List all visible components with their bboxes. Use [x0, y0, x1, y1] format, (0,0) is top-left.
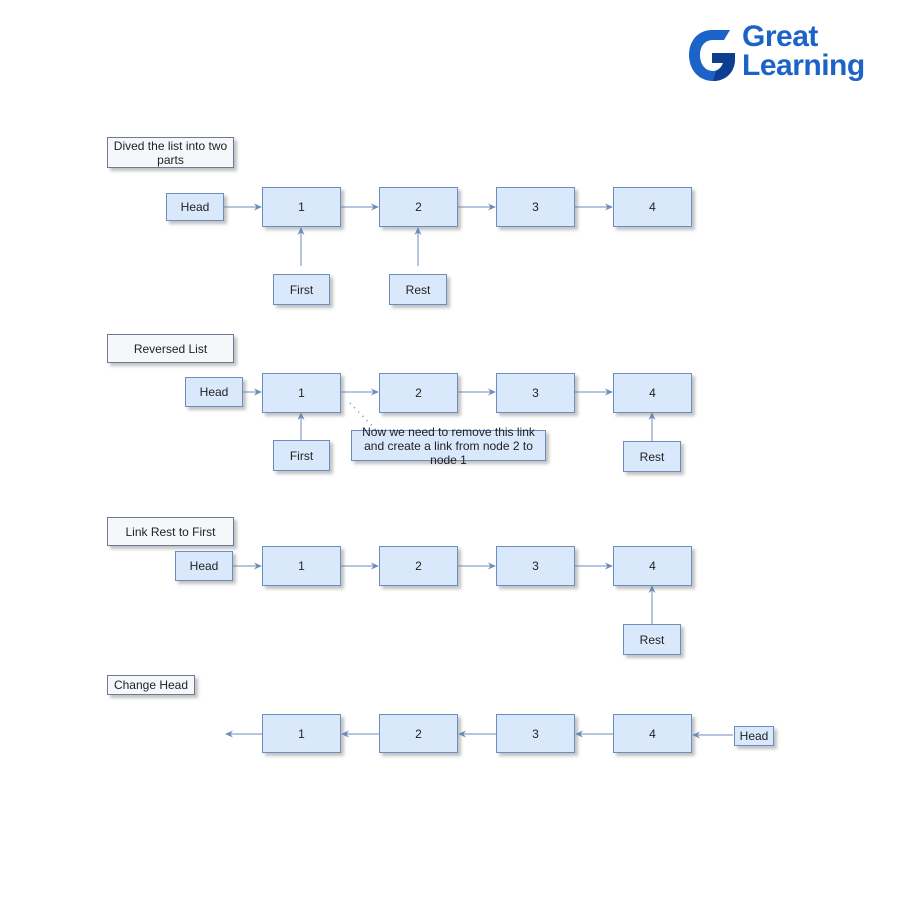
rest-pointer: Rest	[623, 624, 681, 655]
first-pointer: First	[273, 440, 330, 471]
rest-pointer: Rest	[623, 441, 681, 472]
list-node-4: 4	[613, 714, 692, 753]
annotation-note: Now we need to remove this link and crea…	[351, 425, 546, 467]
caption-divide-list: Dived the list into two parts	[107, 137, 234, 168]
g-logo-icon	[689, 30, 735, 81]
great-learning-logo: Great Learning	[686, 20, 891, 88]
head-node: Head	[185, 377, 243, 407]
list-node-1: 1	[262, 373, 341, 413]
list-node-2: 2	[379, 373, 458, 413]
caption-link-rest-to-first: Link Rest to First	[107, 517, 234, 546]
list-node-3: 3	[496, 373, 575, 413]
list-node-3: 3	[496, 714, 575, 753]
list-node-1: 1	[262, 187, 341, 227]
logo-wordmark: Great Learning	[742, 20, 865, 82]
list-node-4: 4	[613, 187, 692, 227]
head-node: Head	[166, 193, 224, 221]
list-node-3: 3	[496, 546, 575, 586]
logo-line-2: Learning	[742, 49, 865, 82]
list-node-3: 3	[496, 187, 575, 227]
list-node-2: 2	[379, 187, 458, 227]
list-node-4: 4	[613, 546, 692, 586]
list-node-1: 1	[262, 546, 341, 586]
caption-change-head: Change Head	[107, 675, 195, 695]
head-node: Head	[175, 551, 233, 581]
list-node-1: 1	[262, 714, 341, 753]
rest-pointer: Rest	[389, 274, 447, 305]
list-node-4: 4	[613, 373, 692, 413]
list-node-2: 2	[379, 546, 458, 586]
logo-line-1: Great	[742, 20, 818, 53]
first-pointer: First	[273, 274, 330, 305]
list-node-2: 2	[379, 714, 458, 753]
caption-reversed-list: Reversed List	[107, 334, 234, 363]
head-node: Head	[734, 726, 774, 746]
